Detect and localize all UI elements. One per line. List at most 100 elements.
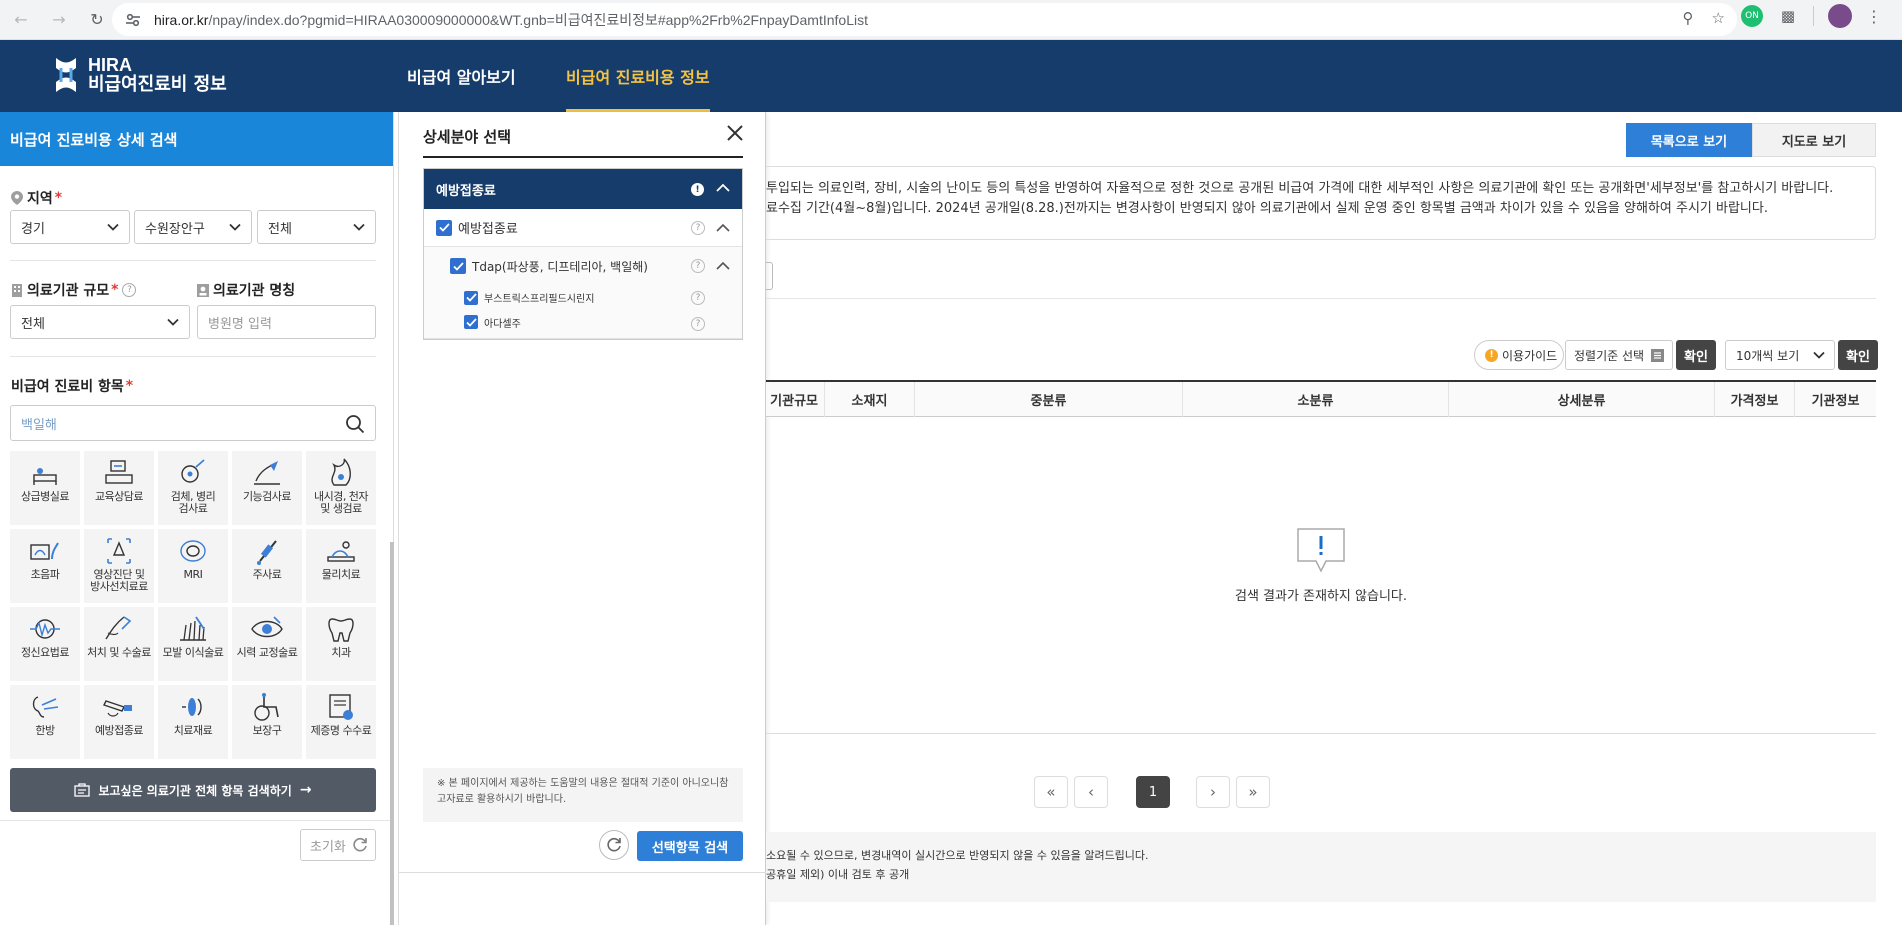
kebab-menu-icon[interactable]: ⋮ — [1866, 7, 1882, 26]
chevron-up-icon[interactable] — [716, 223, 730, 233]
prev-page-button[interactable]: ‹ — [1074, 776, 1108, 808]
region-dong-select[interactable]: 전체 — [257, 210, 376, 244]
usage-guide-button[interactable]: ! 이용가이드 — [1474, 340, 1564, 370]
partial-control[interactable] — [766, 262, 773, 290]
checkbox-checked[interactable] — [436, 219, 452, 236]
hira-logo[interactable]: HIRA 비급여진료비 정보 — [52, 54, 227, 96]
hospital-name-input[interactable]: 병원명 입력 — [197, 305, 376, 339]
chevron-up-icon[interactable] — [716, 261, 730, 271]
category-label: 기능검사료 — [242, 490, 292, 503]
column-header-institution[interactable]: 기관정보 — [1795, 382, 1876, 417]
category-item[interactable]: 상급병실료 — [10, 451, 80, 525]
region-sigungu-select[interactable]: 수원장안구 — [134, 210, 252, 244]
reset-button[interactable]: 초기화 — [300, 829, 376, 861]
first-page-button[interactable]: « — [1034, 776, 1068, 808]
category-item[interactable]: 영상진단 및 방사선치료료 — [84, 529, 154, 603]
gnb-npay-intro[interactable]: 비급여 알아보기 — [407, 40, 516, 112]
last-page-button[interactable]: » — [1236, 776, 1270, 808]
column-header-location[interactable]: 소재지 — [825, 382, 915, 417]
reload-icon[interactable]: ↻ — [80, 3, 114, 37]
per-page-confirm-button[interactable]: 확인 — [1838, 340, 1878, 370]
profile-avatar[interactable] — [1828, 4, 1852, 28]
tree-item-level3[interactable]: 아다셀주 ? — [424, 310, 742, 339]
category-item[interactable]: 처치 및 수술료 — [84, 607, 154, 681]
tree-item-label: 부스트릭스프리필드시린지 — [484, 294, 595, 305]
tree-group-header[interactable]: 예방접종료 ! — [424, 169, 742, 209]
footnote-line: 소요될 수 있으므로, 변경내역이 실시간으로 반영되지 않을 수 있음을 알려… — [766, 849, 1149, 862]
sort-select[interactable]: 정렬기준 선택 — [1565, 340, 1673, 370]
help-question-icon[interactable]: ? — [691, 220, 705, 235]
category-item[interactable]: 내시경, 천자 및 생검료 — [306, 451, 376, 525]
category-item[interactable]: 시력 교정술료 — [232, 607, 302, 681]
close-icon[interactable] — [726, 124, 744, 142]
help-question-icon[interactable]: ? — [691, 259, 705, 273]
modal-title-underline — [423, 156, 743, 158]
search-icon[interactable] — [345, 414, 365, 434]
category-item[interactable]: 교육상담료 — [84, 451, 154, 525]
check-icon — [452, 261, 464, 271]
column-header-scale[interactable]: 기관규모 — [766, 382, 825, 417]
forward-icon[interactable]: → — [42, 3, 76, 37]
checkbox-checked[interactable] — [450, 258, 466, 274]
map-view-button[interactable]: 지도로 보기 — [1752, 123, 1876, 157]
column-header-price[interactable]: 가격정보 — [1715, 382, 1795, 417]
search-all-items-button[interactable]: 보고싶은 의료기관 전체 항목 검색하기 → — [10, 768, 376, 812]
help-question-icon[interactable]: ? — [122, 283, 137, 297]
extensions-puzzle-icon[interactable]: ▩ — [1777, 5, 1799, 27]
sort-confirm-button[interactable]: 확인 — [1676, 340, 1716, 370]
column-header-detail-category[interactable]: 상세분류 — [1449, 382, 1715, 417]
category-label: 내시경, 천자 및 생검료 — [313, 490, 369, 515]
category-label: 모발 이식술료 — [162, 646, 224, 659]
chevron-up-icon[interactable] — [716, 183, 730, 193]
scale-select[interactable]: 전체 — [10, 305, 190, 339]
modal-reset-button[interactable] — [599, 830, 629, 860]
region-sido-select[interactable]: 경기 — [10, 210, 130, 244]
footnote-line: 공휴일 제외) 이내 검토 후 공개 — [766, 868, 910, 881]
bookmark-star-icon[interactable]: ☆ — [1712, 9, 1725, 27]
item-search-input[interactable]: 백일해 — [10, 405, 376, 441]
page-1-button[interactable]: 1 — [1136, 776, 1170, 808]
panel-scrollbar[interactable] — [390, 542, 394, 925]
oriental-medicine-icon — [32, 696, 59, 718]
chevron-down-icon — [1813, 351, 1825, 359]
zoom-icon[interactable]: ⚲ — [1683, 9, 1694, 27]
category-item[interactable]: 모발 이식술료 — [158, 607, 228, 681]
tree-item-level1[interactable]: 예방접종료 ? — [424, 209, 742, 247]
category-item[interactable]: 검체, 병리 검사료 — [158, 451, 228, 525]
category-item[interactable]: 한방 — [10, 685, 80, 759]
extension-badge-icon[interactable]: ON — [1741, 5, 1763, 27]
list-view-button[interactable]: 목록으로 보기 — [1626, 123, 1752, 157]
selected-items-search-button[interactable]: 선택항목 검색 — [637, 831, 743, 861]
sort-label: 정렬기준 선택 — [1574, 348, 1645, 363]
gnb-npay-cost-info[interactable]: 비급여 진료비용 정보 — [566, 40, 710, 112]
help-question-icon[interactable]: ? — [691, 290, 705, 305]
category-item[interactable]: 물리치료 — [306, 529, 376, 603]
category-item[interactable]: MRI — [158, 529, 228, 603]
category-item[interactable]: 제증명 수수료 — [306, 685, 376, 759]
address-bar[interactable]: hira.or.kr/npay/index.do?pgmid=HIRAA0300… — [112, 3, 1737, 36]
next-page-button[interactable]: › — [1196, 776, 1230, 808]
category-item[interactable]: 초음파 — [10, 529, 80, 603]
info-icon[interactable]: ! — [691, 183, 704, 196]
per-page-select[interactable]: 10개씩 보기 — [1725, 340, 1835, 370]
category-item[interactable]: 정신요법료 — [10, 607, 80, 681]
tree-item-level2[interactable]: Tdap(파상풍, 디프테리아, 백일해) ? — [424, 247, 742, 285]
logo-text-service: 비급여진료비 정보 — [88, 74, 227, 95]
column-header-sub-category[interactable]: 소분류 — [1183, 382, 1449, 417]
checkbox-checked[interactable] — [464, 315, 478, 329]
site-settings-icon[interactable] — [124, 11, 142, 29]
category-item[interactable]: 보장구 — [232, 685, 302, 759]
vaccine-icon — [103, 700, 132, 717]
help-question-icon[interactable]: ? — [691, 317, 705, 331]
category-item[interactable]: 기능검사료 — [232, 451, 302, 525]
column-header-mid-category[interactable]: 중분류 — [915, 382, 1183, 417]
checkbox-checked[interactable] — [464, 290, 478, 305]
category-item[interactable]: 주사료 — [232, 529, 302, 603]
category-grid: 상급병실료 교육상담료 검체, 병리 검사료 기능검사료 내시경, 천자 및 생검료초음파 영… — [10, 451, 376, 759]
category-item[interactable]: 치과 — [306, 607, 376, 681]
category-item[interactable]: 예방접종료 — [84, 685, 154, 759]
category-item[interactable]: 치료재료 — [158, 685, 228, 759]
tree-item-level3[interactable]: 부스트릭스프리필드시린지 ? — [424, 285, 742, 310]
table-bottom-line — [766, 733, 1876, 734]
back-icon[interactable]: ← — [4, 3, 38, 37]
